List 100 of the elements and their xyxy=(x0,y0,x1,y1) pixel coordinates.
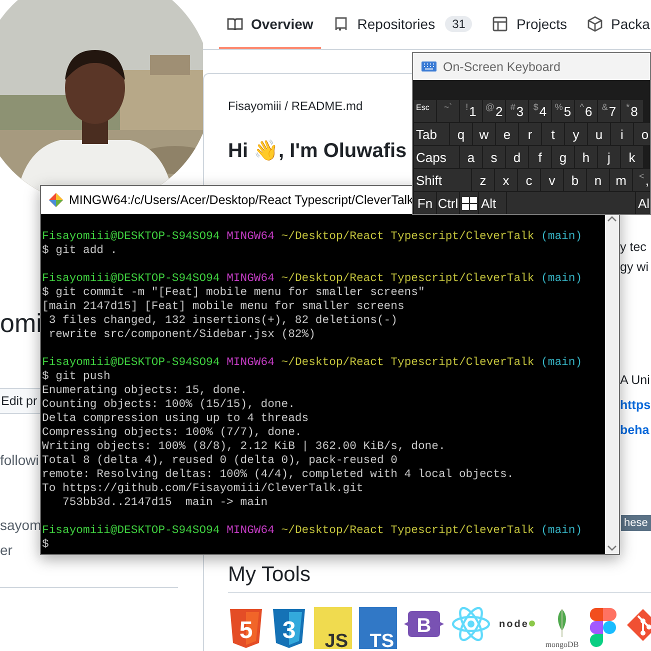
keyboard-key[interactable]: q xyxy=(450,123,472,145)
keyboard-key[interactable]: o xyxy=(634,123,650,145)
terminal-line: Writing objects: 100% (8/8), 2.12 KiB | 362.00 KiB/s, done. xyxy=(42,440,446,454)
keyboard-key[interactable]: c xyxy=(518,169,540,191)
keyboard-key[interactable]: Alt xyxy=(479,192,506,214)
terminal-line: Enumerating objects: 15, done. xyxy=(42,384,248,398)
keyboard-key[interactable]: e xyxy=(496,123,518,145)
git-bash-icon xyxy=(49,193,63,207)
table-icon xyxy=(492,16,508,32)
scrollbar[interactable] xyxy=(605,214,619,554)
readme-link[interactable]: https xyxy=(620,393,651,418)
keyboard-key[interactable]: m xyxy=(610,169,632,191)
status-badge: hese xyxy=(621,515,651,531)
keyboard-key[interactable]: Fn xyxy=(414,192,436,214)
readme-path: Fisayomiii / README.md xyxy=(228,98,363,114)
keyboard-key[interactable]: k xyxy=(621,146,643,168)
prompt-line: Fisayomiii@DESKTOP-S94SO94 MINGW64 ~/Desktop/React Typescript/CleverTalk (main) xyxy=(42,272,584,286)
keyboard-key[interactable]: $4 xyxy=(529,100,551,122)
terminal-line: [main 2147d15] [Feat] mobile menu for smaller screens xyxy=(42,300,406,314)
cube-icon xyxy=(587,16,604,32)
readme-text: A Uni xyxy=(620,372,650,389)
keyboard-key[interactable]: y xyxy=(565,123,587,145)
prompt-line: Fisayomiii@DESKTOP-S94SO94 MINGW64 ~/Desktop/React Typescript/CleverTalk (main) xyxy=(42,356,584,370)
windows-key[interactable] xyxy=(460,192,478,214)
tool-logo: 5 xyxy=(228,607,264,649)
terminal-line: $ git push xyxy=(42,370,112,384)
keyboard-key[interactable]: i xyxy=(611,123,633,145)
keyboard-key[interactable]: f xyxy=(529,146,551,168)
keyboard-key[interactable]: *8 xyxy=(621,100,643,122)
tool-logo: 3 xyxy=(271,607,307,649)
terminal-line: $ xyxy=(42,538,50,552)
section-heading: My Tools xyxy=(228,561,651,593)
keyboard-key[interactable]: &7 xyxy=(598,100,620,122)
prompt-line: Fisayomiii@DESKTOP-S94SO94 MINGW64 ~/Desktop/React Typescript/CleverTalk (main) xyxy=(42,230,584,244)
keyboard-key[interactable]: @2 xyxy=(483,100,505,122)
keyboard-key[interactable]: r xyxy=(519,123,541,145)
keyboard-key[interactable]: b xyxy=(564,169,586,191)
keyboard-key[interactable]: !1 xyxy=(460,100,482,122)
terminal-line: $ git commit -m "[Feat] mobile menu for smaller screens" xyxy=(42,286,426,300)
terminal-line: To https://github.com/Fisayomiii/CleverTalk.git xyxy=(42,482,364,496)
terminal-line: $ git add . xyxy=(42,244,118,258)
tool-logo xyxy=(588,607,618,649)
terminal-line: Compressing objects: 100% (7/7), done. xyxy=(42,426,303,440)
prompt-line: Fisayomiii@DESKTOP-S94SO94 MINGW64 ~/Desktop/React Typescript/CleverTalk (main) xyxy=(42,524,584,538)
profile-detail: er xyxy=(0,541,12,560)
keyboard-key[interactable]: <, xyxy=(633,169,650,191)
readme-link[interactable]: beha xyxy=(620,418,650,443)
terminal-line: Delta compression using up to 4 threads xyxy=(42,412,310,426)
keyboard-key[interactable]: n xyxy=(587,169,609,191)
keyboard-key[interactable]: Caps xyxy=(414,146,459,168)
keyboard-key[interactable]: %5 xyxy=(552,100,574,122)
terminal-line: Total 8 (delta 4), reused 0 (delta 0), pack-reused 0 xyxy=(42,454,398,468)
nav-tab[interactable]: Overview xyxy=(219,0,322,49)
profile-detail: sayom xyxy=(0,516,42,535)
nav-tab[interactable]: Repositories 31 xyxy=(325,0,480,49)
keyboard-key[interactable]: t xyxy=(542,123,564,145)
terminal-line: rewrite src/component/Sidebar.jsx (82%) xyxy=(48,328,316,342)
book-icon xyxy=(227,16,243,32)
edit-profile-button[interactable]: Edit pr xyxy=(0,388,40,414)
terminal-line: 753bb3d..2147d15 main -> main xyxy=(62,496,269,510)
keyboard-key[interactable]: s xyxy=(483,146,505,168)
windows-logo-icon xyxy=(462,196,476,210)
keyboard-key[interactable]: Tab xyxy=(414,123,449,145)
tool-logo: mongoDB xyxy=(543,607,581,649)
window-title: On-Screen Keyboard xyxy=(443,60,560,74)
keyboard-key[interactable]: ^6 xyxy=(575,100,597,122)
keyboard-key[interactable]: ~` xyxy=(437,100,459,122)
terminal-line: Counting objects: 100% (15/15), done. xyxy=(42,398,296,412)
repo-icon xyxy=(333,16,350,32)
terminal-line: 3 files changed, 132 insertions(+), 82 deletions(-) xyxy=(48,314,398,328)
terminal-line: remote: Resolving deltas: 100% (4/4), completed with 4 local objects. xyxy=(42,468,515,482)
readme-text: y tec xyxy=(620,239,646,256)
keyboard-key[interactable]: u xyxy=(588,123,610,145)
keyboard-key[interactable]: #3 xyxy=(506,100,528,122)
keyboard-key[interactable]: w xyxy=(473,123,495,145)
profile-name: omi xyxy=(0,308,42,338)
profile-detail: followi xyxy=(0,451,39,470)
keyboard-key[interactable]: x xyxy=(495,169,517,191)
keyboard-key[interactable]: h xyxy=(575,146,597,168)
keyboard-key[interactable]: Shift xyxy=(414,169,471,191)
keyboard-key[interactable]: Esc xyxy=(414,100,436,122)
tool-logo: node xyxy=(498,607,536,649)
keyboard-key[interactable]: g xyxy=(552,146,574,168)
keyboard-key[interactable]: a xyxy=(460,146,482,168)
nav-tab[interactable]: Projects xyxy=(484,0,576,49)
readme-heading: Hi 👋, I'm Oluwafis xyxy=(228,138,407,164)
readme-text: gy wi xyxy=(620,259,648,276)
keyboard-icon xyxy=(421,61,437,72)
keyboard-key[interactable]: Al xyxy=(636,192,650,214)
count-badge: 31 xyxy=(445,16,472,32)
keyboard-key[interactable]: d xyxy=(506,146,528,168)
space-key[interactable] xyxy=(507,192,635,214)
window-title: MINGW64:/c/Users/Acer/Desktop/React Typescript/CleverTalk xyxy=(69,193,414,207)
tool-logo: JS xyxy=(314,607,352,649)
keyboard-key[interactable]: Ctrl xyxy=(437,192,459,214)
keyboard-key[interactable]: z xyxy=(472,169,494,191)
nav-tab[interactable]: Packa xyxy=(579,0,651,49)
keyboard-key[interactable]: j xyxy=(598,146,620,168)
keyboard-key[interactable]: v xyxy=(541,169,563,191)
tool-logo: TS xyxy=(359,607,397,649)
